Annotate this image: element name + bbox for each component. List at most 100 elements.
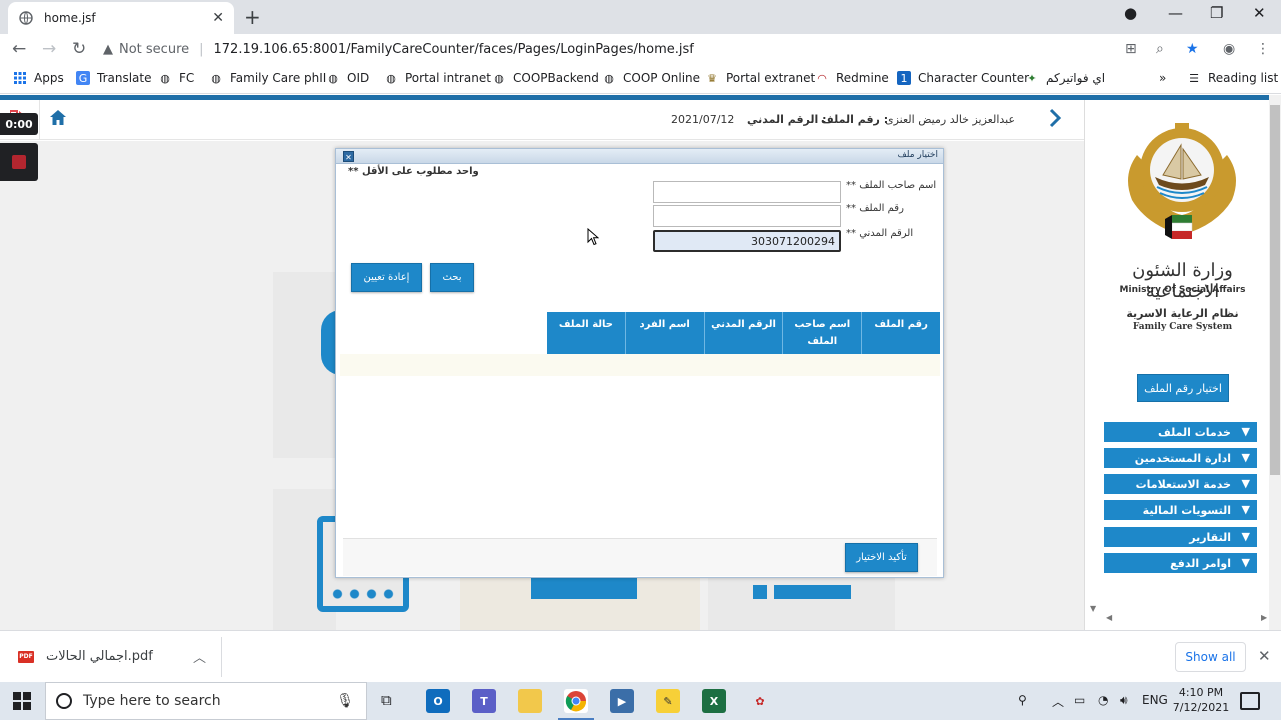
select-file-number-button[interactable]: اختيار رقم الملف <box>1137 374 1229 402</box>
back-icon[interactable]: ← <box>12 39 26 59</box>
taskbar-clock[interactable]: 4:10 PM 7/12/2021 <box>1170 685 1232 715</box>
chevron-right-icon[interactable] <box>1048 108 1062 131</box>
address-separator: | <box>199 41 204 57</box>
chevron-down-icon: ▼ <box>1241 477 1250 490</box>
select-file-dialog: ✕ اختيار ملف ** واحد مطلوب على الأقل ** … <box>335 148 944 578</box>
browser-tab[interactable]: home.jsf ✕ <box>8 2 234 34</box>
bookmark-label: COOP Online <box>623 71 701 85</box>
grid-column-header[interactable]: اسم الفرد <box>624 312 704 354</box>
bookmark-coopbackend[interactable]: ◍ COOPBackend <box>492 71 599 85</box>
bookmark-fc[interactable]: ◍ FC <box>158 71 194 85</box>
reading-list-button[interactable]: ☰ Reading list <box>1187 71 1278 85</box>
apps-grid-icon <box>13 71 27 85</box>
bookmark-character-counter[interactable]: 1 Character Counter <box>897 71 1029 85</box>
menu-file-services[interactable]: خدمات الملف ▼ <box>1104 422 1257 444</box>
new-tab-button[interactable]: + <box>244 5 261 29</box>
search-button[interactable]: بحث <box>430 263 474 292</box>
dialog-close-icon[interactable]: ✕ <box>343 151 354 162</box>
bookmark-coop-online[interactable]: ◍ COOP Online <box>602 71 700 85</box>
menu-user-management[interactable]: ادارة المستخدمين ▼ <box>1104 448 1257 470</box>
chrome-menu-icon[interactable]: ⋮ <box>1256 41 1270 57</box>
file-explorer-icon[interactable] <box>518 689 542 713</box>
taskbar-search-box[interactable]: Type here to search 🎙 <box>45 682 367 720</box>
reset-button[interactable]: إعادة تعيين <box>351 263 422 292</box>
maximize-icon[interactable]: ❐ <box>1210 4 1223 22</box>
windows-taskbar: Type here to search 🎙 ⧉ O T ▶ ✎ X ✿ ⚲ ︿ … <box>0 682 1281 720</box>
globe-icon: ◍ <box>386 71 396 85</box>
notifications-icon[interactable] <box>1240 692 1260 710</box>
google-translate-icon: G <box>76 71 90 85</box>
results-grid-empty-row <box>340 354 940 376</box>
media-app-icon[interactable]: ▶ <box>610 689 634 713</box>
bookmark-fawateerkom[interactable]: ✦ اي فواتيركم <box>1025 71 1105 85</box>
wifi-icon[interactable]: ◔ <box>1098 693 1108 707</box>
battery-icon[interactable]: ▭ <box>1074 693 1085 707</box>
bookmark-translate[interactable]: G Translate <box>76 71 152 85</box>
browser-toolbar: ← → ↻ ▲ Not secure | 172.19.106.65:8001/… <box>0 34 1281 64</box>
home-icon[interactable] <box>49 109 67 130</box>
emblem-icon: ♛ <box>707 71 717 85</box>
globe-icon: ◍ <box>160 71 170 85</box>
grid-column-header[interactable]: رقم الملف <box>861 312 940 354</box>
chevron-up-icon[interactable]: ︿ <box>193 647 206 666</box>
downloaded-file-name[interactable]: اجمالي الحالات.pdf <box>46 649 153 664</box>
tab-close-icon[interactable]: ✕ <box>212 10 224 26</box>
stop-recording-button[interactable] <box>0 143 38 181</box>
file-number-label: رقم الملف : <box>821 113 889 126</box>
menu-label: التسويات المالية <box>1142 503 1231 517</box>
sticky-notes-icon[interactable]: ✎ <box>656 689 680 713</box>
sidebar-horizontal-scrollbar[interactable]: ◀ ▶ <box>1104 613 1269 625</box>
grid-column-header[interactable]: الرقم المدني <box>703 312 783 354</box>
account-icon[interactable]: ◉ <box>1223 41 1235 57</box>
window-close-icon[interactable]: ✕ <box>1253 4 1266 22</box>
profile-menu-icon[interactable]: ● <box>1124 4 1137 22</box>
language-indicator[interactable]: ENG <box>1142 693 1168 707</box>
microphone-icon[interactable]: 🎙 <box>336 693 354 709</box>
paint-icon[interactable]: ✿ <box>748 689 772 713</box>
menu-financial-settlements[interactable]: التسويات المالية ▼ <box>1104 500 1257 522</box>
outlook-icon[interactable]: O <box>426 689 450 713</box>
zoom-icon[interactable]: ⌕ <box>1156 41 1164 57</box>
confirm-selection-button[interactable]: تأكيد الاختيار <box>845 543 918 572</box>
forward-icon[interactable]: → <box>42 39 56 59</box>
bookmark-star-icon[interactable]: ★ <box>1186 41 1199 57</box>
bookmark-portal-extranet[interactable]: ♛ Portal extranet <box>705 71 815 85</box>
scroll-left-icon[interactable]: ◀ <box>1106 613 1112 622</box>
bookmark-oid[interactable]: ◍ OID <box>326 71 369 85</box>
task-view-icon[interactable]: ⧉ <box>381 691 392 709</box>
address-bar[interactable]: ▲ Not secure | 172.19.106.65:8001/Family… <box>103 35 1113 63</box>
menu-reports[interactable]: التقارير ▼ <box>1104 527 1257 549</box>
globe-icon: ◍ <box>494 71 504 85</box>
menu-label: ادارة المستخدمين <box>1134 451 1231 465</box>
dialog-titlebar[interactable]: ✕ اختيار ملف <box>336 149 943 164</box>
scroll-right-icon[interactable]: ▶ <box>1261 613 1267 622</box>
bookmark-redmine[interactable]: ◠ Redmine <box>815 71 889 85</box>
file-number-input[interactable] <box>653 205 841 227</box>
bookmark-family-care-phii[interactable]: ◍ Family Care phII <box>209 71 326 85</box>
menu-inquiry-service[interactable]: خدمة الاستعلامات ▼ <box>1104 474 1257 496</box>
reload-icon[interactable]: ↻ <box>72 39 86 59</box>
translate-page-icon[interactable]: ⊞ <box>1125 41 1137 57</box>
chrome-icon[interactable] <box>558 689 594 720</box>
bookmark-apps[interactable]: Apps <box>13 71 64 85</box>
excel-icon[interactable]: X <box>702 689 726 713</box>
scrollbar-thumb[interactable] <box>1270 105 1280 475</box>
bookmark-portal-intranet[interactable]: ◍ Portal intranet <box>384 71 491 85</box>
people-icon[interactable]: ⚲ <box>1018 693 1027 707</box>
volume-icon[interactable]: 🔊︎ <box>1120 693 1128 708</box>
teams-icon[interactable]: T <box>472 689 496 713</box>
scroll-down-icon[interactable]: ▼ <box>1090 604 1096 613</box>
bookmarks-overflow-button[interactable]: » <box>1159 71 1166 85</box>
globe-icon: ◍ <box>328 71 338 85</box>
close-shelf-icon[interactable]: ✕ <box>1258 647 1271 665</box>
grid-column-header[interactable]: حالة الملف <box>547 312 625 354</box>
chevron-down-icon: ▼ <box>1241 530 1250 543</box>
windows-start-icon[interactable] <box>13 692 31 710</box>
owner-name-input[interactable] <box>653 181 841 203</box>
menu-payment-orders[interactable]: اوامر الدفع ▼ <box>1104 553 1257 575</box>
civil-id-input[interactable] <box>653 230 841 252</box>
tray-chevron-up-icon[interactable]: ︿ <box>1052 693 1064 710</box>
show-all-downloads-button[interactable]: Show all <box>1175 642 1246 672</box>
grid-column-header[interactable]: اسم صاحب الملف <box>782 312 861 354</box>
minimize-icon[interactable]: — <box>1168 4 1183 22</box>
